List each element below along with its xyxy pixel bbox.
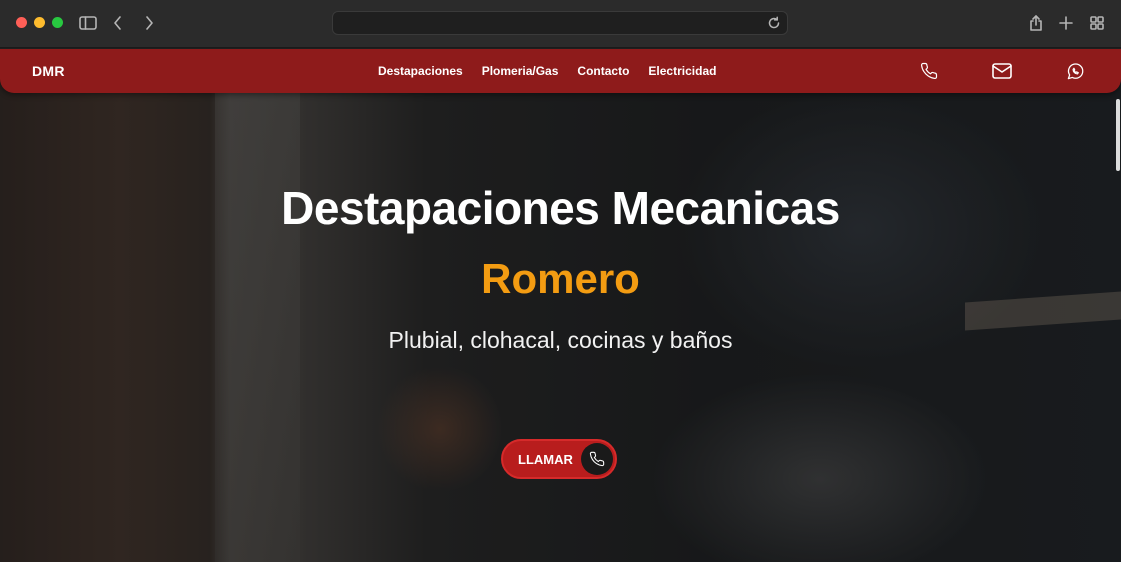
hero-tagline: Plubial, clohacal, cocinas y baños xyxy=(388,327,733,353)
web-page: DMR Destapaciones Plomeria/Gas Contacto … xyxy=(0,49,1121,562)
phone-icon xyxy=(581,443,613,475)
minimize-window-button[interactable] xyxy=(34,17,45,28)
address-bar[interactable] xyxy=(332,11,788,35)
hero-subtitle: Romero xyxy=(481,255,640,302)
share-icon[interactable] xyxy=(1025,12,1047,34)
back-icon[interactable] xyxy=(107,12,129,34)
new-tab-icon[interactable] xyxy=(1055,12,1077,34)
whatsapp-icon[interactable] xyxy=(1064,60,1086,82)
main-menu: Destapaciones Plomeria/Gas Contacto Elec… xyxy=(378,64,716,78)
site-navbar: DMR Destapaciones Plomeria/Gas Contacto … xyxy=(0,49,1121,93)
tab-overview-icon[interactable] xyxy=(1086,12,1108,34)
scrollbar[interactable] xyxy=(1116,99,1120,171)
hero-title: Destapaciones Mecanicas xyxy=(281,182,840,234)
reload-icon[interactable] xyxy=(767,16,781,35)
sidebar-icon[interactable] xyxy=(77,12,99,34)
mail-icon[interactable] xyxy=(991,60,1013,82)
maximize-window-button[interactable] xyxy=(52,17,63,28)
nav-link-electricidad[interactable]: Electricidad xyxy=(648,64,716,78)
browser-toolbar xyxy=(0,0,1121,48)
phone-icon[interactable] xyxy=(918,60,940,82)
site-logo[interactable]: DMR xyxy=(32,63,65,79)
hero-overlay xyxy=(0,49,1121,562)
nav-link-destapaciones[interactable]: Destapaciones xyxy=(378,64,463,78)
nav-link-plomeria-gas[interactable]: Plomeria/Gas xyxy=(482,64,559,78)
call-button[interactable]: LLAMAR xyxy=(501,439,617,479)
forward-icon[interactable] xyxy=(138,12,160,34)
close-window-button[interactable] xyxy=(16,17,27,28)
call-button-label: LLAMAR xyxy=(518,452,573,467)
nav-link-contacto[interactable]: Contacto xyxy=(577,64,629,78)
